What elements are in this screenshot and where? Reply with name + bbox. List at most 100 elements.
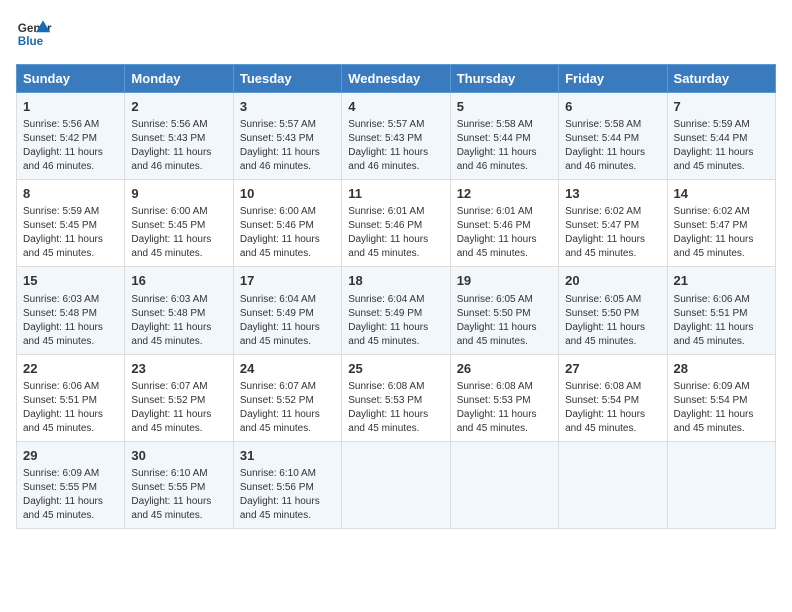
day-info: Sunrise: 6:04 AM Sunset: 5:49 PM Dayligh…	[240, 293, 335, 349]
day-info: Sunrise: 6:02 AM Sunset: 5:47 PM Dayligh…	[565, 205, 660, 261]
day-number: 24	[240, 360, 335, 378]
day-info: Sunrise: 5:56 AM Sunset: 5:42 PM Dayligh…	[23, 118, 118, 174]
logo-icon: General Blue	[16, 16, 52, 52]
day-number: 10	[240, 185, 335, 203]
day-info: Sunrise: 6:10 AM Sunset: 5:55 PM Dayligh…	[131, 467, 226, 523]
calendar-week-row: 1Sunrise: 5:56 AM Sunset: 5:42 PM Daylig…	[17, 93, 776, 180]
day-number: 28	[674, 360, 769, 378]
calendar-table: SundayMondayTuesdayWednesdayThursdayFrid…	[16, 64, 776, 529]
header-thursday: Thursday	[450, 65, 558, 93]
header-saturday: Saturday	[667, 65, 775, 93]
day-number: 22	[23, 360, 118, 378]
day-number: 20	[565, 272, 660, 290]
calendar-cell: 21 Sunrise: 6:06 AM Sunset: 5:51 PM Dayli…	[667, 267, 775, 354]
day-info: Sunrise: 6:09 AM Sunset: 5:54 PM Dayligh…	[674, 380, 769, 436]
calendar-cell: 15 Sunrise: 6:03 AM Sunset: 5:48 PM Dayli…	[17, 267, 125, 354]
day-info: Sunrise: 6:01 AM Sunset: 5:46 PM Dayligh…	[348, 205, 443, 261]
calendar-cell: 1Sunrise: 5:56 AM Sunset: 5:42 PM Daylig…	[17, 93, 125, 180]
calendar-cell: 12 Sunrise: 6:01 AM Sunset: 5:46 PM Dayli…	[450, 180, 558, 267]
day-number: 15	[23, 272, 118, 290]
day-info: Sunrise: 6:06 AM Sunset: 5:51 PM Dayligh…	[23, 380, 118, 436]
day-number: 12	[457, 185, 552, 203]
header-sunday: Sunday	[17, 65, 125, 93]
day-info: Sunrise: 6:02 AM Sunset: 5:47 PM Dayligh…	[674, 205, 769, 261]
day-info: Sunrise: 6:08 AM Sunset: 5:53 PM Dayligh…	[457, 380, 552, 436]
calendar-cell	[667, 441, 775, 528]
header-tuesday: Tuesday	[233, 65, 341, 93]
day-info: Sunrise: 6:00 AM Sunset: 5:45 PM Dayligh…	[131, 205, 226, 261]
calendar-cell: 17 Sunrise: 6:04 AM Sunset: 5:49 PM Dayli…	[233, 267, 341, 354]
calendar-cell: 2 Sunrise: 5:56 AM Sunset: 5:43 PM Daylig…	[125, 93, 233, 180]
day-info: Sunrise: 6:04 AM Sunset: 5:49 PM Dayligh…	[348, 293, 443, 349]
day-number: 18	[348, 272, 443, 290]
calendar-cell: 27Sunrise: 6:08 AM Sunset: 5:54 PM Dayli…	[559, 354, 667, 441]
calendar-cell: 13 Sunrise: 6:02 AM Sunset: 5:47 PM Dayli…	[559, 180, 667, 267]
calendar-week-row: 15 Sunrise: 6:03 AM Sunset: 5:48 PM Dayli…	[17, 267, 776, 354]
calendar-cell: 8 Sunrise: 5:59 AM Sunset: 5:45 PM Daylig…	[17, 180, 125, 267]
calendar-cell: 24 Sunrise: 6:07 AM Sunset: 5:52 PM Dayli…	[233, 354, 341, 441]
calendar-cell: 3 Sunrise: 5:57 AM Sunset: 5:43 PM Daylig…	[233, 93, 341, 180]
day-info: Sunrise: 6:07 AM Sunset: 5:52 PM Dayligh…	[240, 380, 335, 436]
day-number: 23	[131, 360, 226, 378]
day-number: 6	[565, 98, 660, 116]
day-info: Sunrise: 5:56 AM Sunset: 5:43 PM Dayligh…	[131, 118, 226, 174]
day-info: Sunrise: 6:03 AM Sunset: 5:48 PM Dayligh…	[23, 293, 118, 349]
calendar-cell: 23 Sunrise: 6:07 AM Sunset: 5:52 PM Dayli…	[125, 354, 233, 441]
calendar-cell: 4Sunrise: 5:57 AM Sunset: 5:43 PM Daylig…	[342, 93, 450, 180]
day-info: Sunrise: 6:08 AM Sunset: 5:53 PM Dayligh…	[348, 380, 443, 436]
day-number: 31	[240, 447, 335, 465]
calendar-cell: 19 Sunrise: 6:05 AM Sunset: 5:50 PM Dayli…	[450, 267, 558, 354]
day-number: 16	[131, 272, 226, 290]
day-info: Sunrise: 6:08 AM Sunset: 5:54 PM Dayligh…	[565, 380, 660, 436]
calendar-cell: 10Sunrise: 6:00 AM Sunset: 5:46 PM Dayli…	[233, 180, 341, 267]
day-number: 17	[240, 272, 335, 290]
page-header: General Blue	[16, 16, 776, 52]
calendar-cell: 29Sunrise: 6:09 AM Sunset: 5:55 PM Dayli…	[17, 441, 125, 528]
day-info: Sunrise: 5:57 AM Sunset: 5:43 PM Dayligh…	[240, 118, 335, 174]
day-number: 3	[240, 98, 335, 116]
day-info: Sunrise: 5:58 AM Sunset: 5:44 PM Dayligh…	[457, 118, 552, 174]
header-wednesday: Wednesday	[342, 65, 450, 93]
calendar-cell: 14 Sunrise: 6:02 AM Sunset: 5:47 PM Dayli…	[667, 180, 775, 267]
day-number: 13	[565, 185, 660, 203]
day-number: 25	[348, 360, 443, 378]
calendar-cell	[450, 441, 558, 528]
header-friday: Friday	[559, 65, 667, 93]
calendar-cell: 11 Sunrise: 6:01 AM Sunset: 5:46 PM Dayli…	[342, 180, 450, 267]
day-info: Sunrise: 6:05 AM Sunset: 5:50 PM Dayligh…	[457, 293, 552, 349]
calendar-cell: 18 Sunrise: 6:04 AM Sunset: 5:49 PM Dayli…	[342, 267, 450, 354]
day-number: 8	[23, 185, 118, 203]
calendar-week-row: 8 Sunrise: 5:59 AM Sunset: 5:45 PM Daylig…	[17, 180, 776, 267]
day-number: 14	[674, 185, 769, 203]
calendar-week-row: 22 Sunrise: 6:06 AM Sunset: 5:51 PM Dayli…	[17, 354, 776, 441]
day-number: 29	[23, 447, 118, 465]
calendar-cell: 25 Sunrise: 6:08 AM Sunset: 5:53 PM Dayli…	[342, 354, 450, 441]
header-monday: Monday	[125, 65, 233, 93]
calendar-cell: 16Sunrise: 6:03 AM Sunset: 5:48 PM Dayli…	[125, 267, 233, 354]
calendar-cell: 5 Sunrise: 5:58 AM Sunset: 5:44 PM Daylig…	[450, 93, 558, 180]
day-number: 5	[457, 98, 552, 116]
svg-text:Blue: Blue	[18, 35, 44, 48]
calendar-cell: 22 Sunrise: 6:06 AM Sunset: 5:51 PM Dayli…	[17, 354, 125, 441]
day-info: Sunrise: 6:06 AM Sunset: 5:51 PM Dayligh…	[674, 293, 769, 349]
calendar-cell: 20Sunrise: 6:05 AM Sunset: 5:50 PM Dayli…	[559, 267, 667, 354]
day-number: 21	[674, 272, 769, 290]
calendar-cell: 9 Sunrise: 6:00 AM Sunset: 5:45 PM Daylig…	[125, 180, 233, 267]
day-number: 11	[348, 185, 443, 203]
day-number: 2	[131, 98, 226, 116]
day-info: Sunrise: 5:57 AM Sunset: 5:43 PM Dayligh…	[348, 118, 443, 174]
day-number: 26	[457, 360, 552, 378]
calendar-cell: 28 Sunrise: 6:09 AM Sunset: 5:54 PM Dayli…	[667, 354, 775, 441]
day-info: Sunrise: 6:07 AM Sunset: 5:52 PM Dayligh…	[131, 380, 226, 436]
day-number: 9	[131, 185, 226, 203]
day-info: Sunrise: 5:59 AM Sunset: 5:45 PM Dayligh…	[23, 205, 118, 261]
calendar-cell	[559, 441, 667, 528]
calendar-cell: 7Sunrise: 5:59 AM Sunset: 5:44 PM Daylig…	[667, 93, 775, 180]
calendar-week-row: 29Sunrise: 6:09 AM Sunset: 5:55 PM Dayli…	[17, 441, 776, 528]
day-number: 19	[457, 272, 552, 290]
day-info: Sunrise: 5:58 AM Sunset: 5:44 PM Dayligh…	[565, 118, 660, 174]
day-number: 7	[674, 98, 769, 116]
calendar-cell: 30Sunrise: 6:10 AM Sunset: 5:55 PM Dayli…	[125, 441, 233, 528]
day-info: Sunrise: 6:01 AM Sunset: 5:46 PM Dayligh…	[457, 205, 552, 261]
logo: General Blue	[16, 16, 52, 52]
